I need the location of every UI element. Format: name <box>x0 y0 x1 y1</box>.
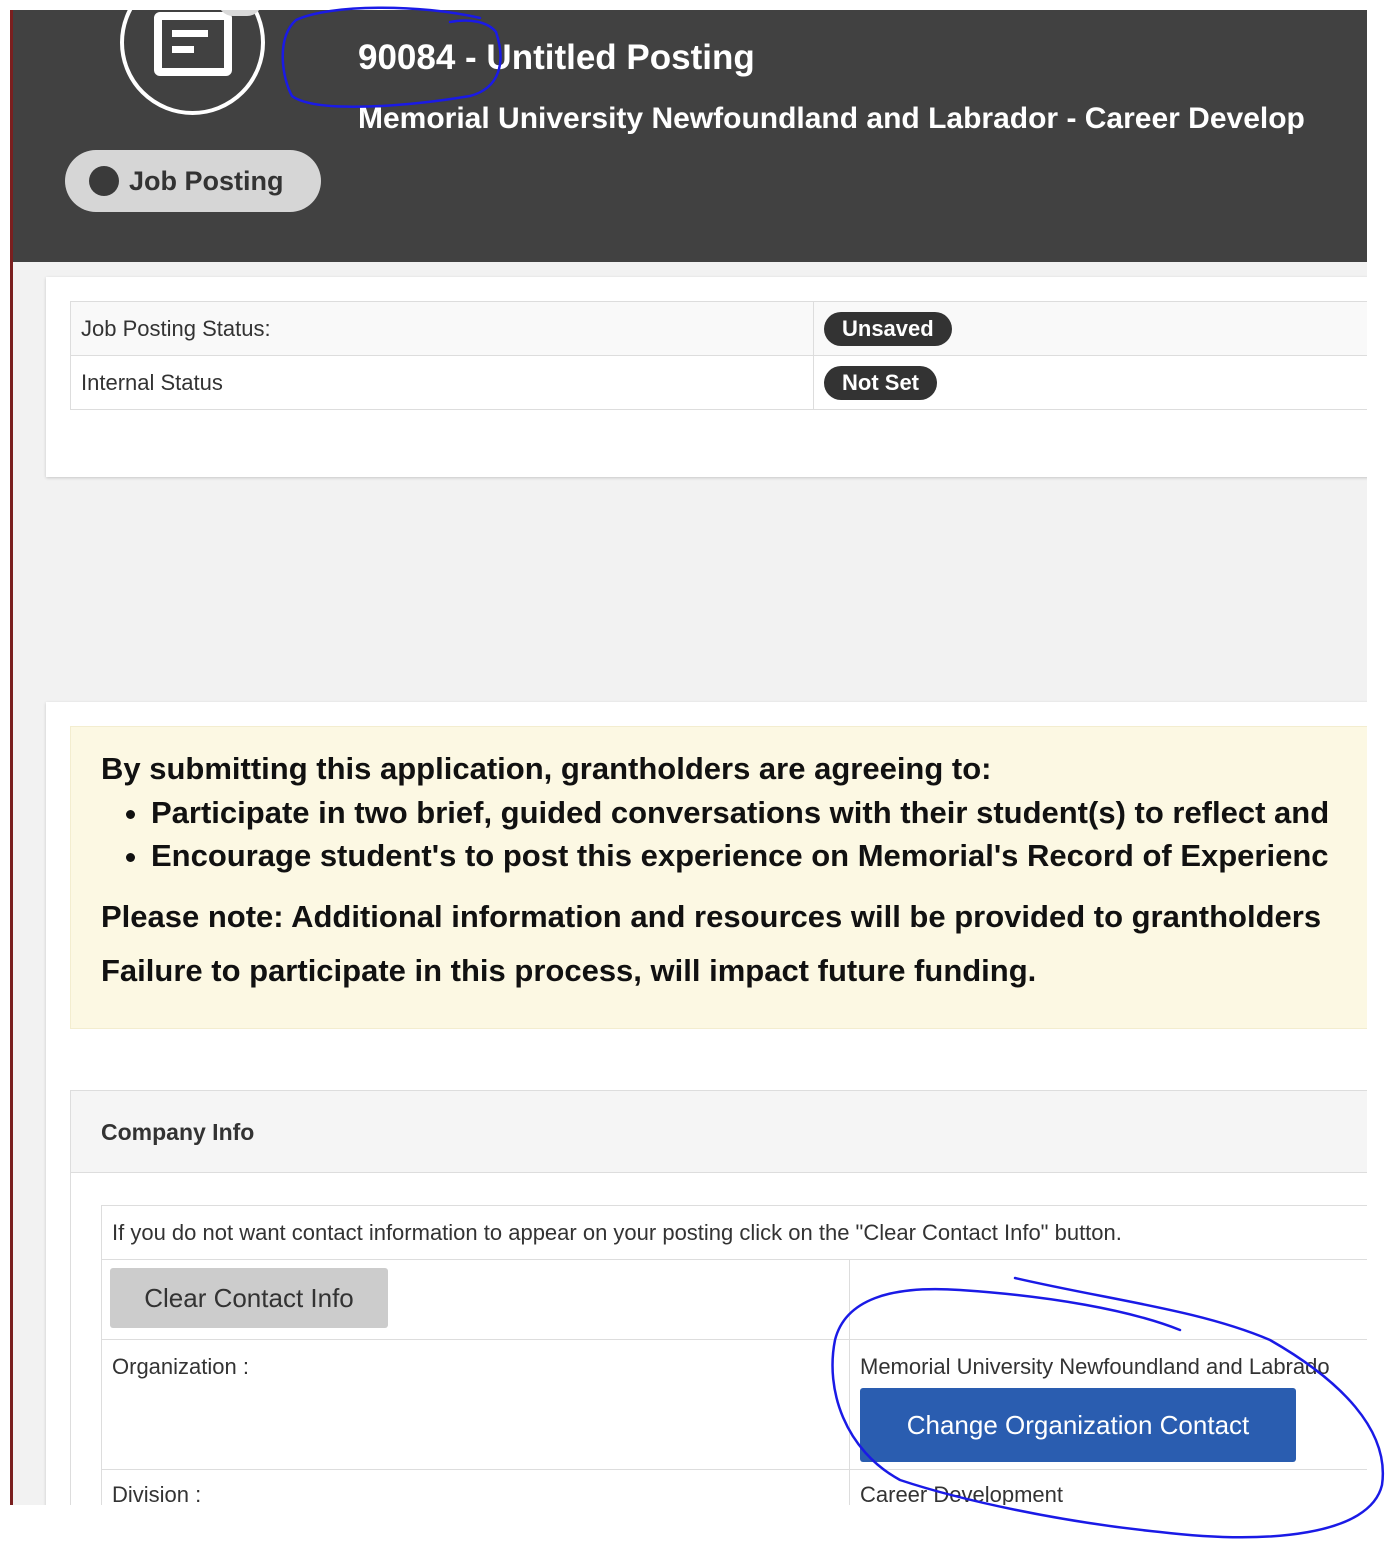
division-value: Career Development <box>849 1469 1367 1505</box>
panel-heading: Company Info <box>71 1091 1367 1173</box>
job-posting-tag: Job Posting <box>65 150 321 212</box>
table-row: Clear Contact Info <box>101 1259 1367 1340</box>
internal-status-cell: Not Set <box>813 355 1367 410</box>
notice-failure: Failure to participate in this process, … <box>101 953 1037 988</box>
clear-contact-info-button[interactable]: Clear Contact Info <box>110 1268 388 1328</box>
posting-header: 90084 - Untitled Posting Memorial Univer… <box>13 10 1367 262</box>
status-badge: Unsaved <box>824 311 952 346</box>
company-info-panel: Company Info If you do not want contact … <box>70 1090 1367 1505</box>
table-row: If you do not want contact information t… <box>101 1205 1367 1260</box>
list-item: Participate in two brief, guided convers… <box>151 791 1367 834</box>
posting-organization: Memorial University Newfoundland and Lab… <box>358 102 1305 135</box>
job-posting-status-label: Job Posting Status: <box>70 301 814 356</box>
posting-form-card: By submitting this application, granthol… <box>46 702 1367 1505</box>
posting-title: 90084 - Untitled Posting <box>358 38 755 77</box>
document-icon <box>120 10 265 115</box>
status-table: Job Posting Status: Unsaved Internal Sta… <box>70 301 1367 410</box>
company-info-table: If you do not want contact information t… <box>101 1205 1367 1505</box>
circle-icon <box>89 166 119 196</box>
organization-label: Organization : <box>101 1339 850 1470</box>
status-badge: Not Set <box>824 365 937 400</box>
page-frame: 90084 - Untitled Posting Memorial Univer… <box>10 10 1367 1505</box>
notice-list: Participate in two brief, guided convers… <box>151 791 1367 877</box>
job-posting-tag-label: Job Posting <box>129 165 284 196</box>
status-row: Internal Status Not Set <box>70 355 1367 410</box>
status-card: Job Posting Status: Unsaved Internal Sta… <box>46 277 1367 477</box>
clear-button-cell: Clear Contact Info <box>101 1259 850 1340</box>
change-organization-contact-button[interactable]: Change Organization Contact <box>860 1388 1296 1462</box>
grantholder-notice: By submitting this application, granthol… <box>70 726 1367 1029</box>
table-row: Organization : Memorial University Newfo… <box>101 1339 1367 1470</box>
clear-contact-instruction: If you do not want contact information t… <box>101 1205 1367 1260</box>
status-row: Job Posting Status: Unsaved <box>70 301 1367 356</box>
empty-cell <box>849 1259 1367 1340</box>
table-row: Division : Career Development <box>101 1469 1367 1505</box>
notice-note: Please note: Additional information and … <box>101 899 1322 934</box>
internal-status-label: Internal Status <box>70 355 814 410</box>
organization-value: Memorial University Newfoundland and Lab… <box>860 1354 1330 1379</box>
division-label: Division : <box>101 1469 850 1505</box>
job-posting-status-cell: Unsaved <box>813 301 1367 356</box>
list-item: Encourage student's to post this experie… <box>151 834 1367 877</box>
organization-cell: Memorial University Newfoundland and Lab… <box>849 1339 1367 1470</box>
notice-intro: By submitting this application, granthol… <box>101 751 992 786</box>
